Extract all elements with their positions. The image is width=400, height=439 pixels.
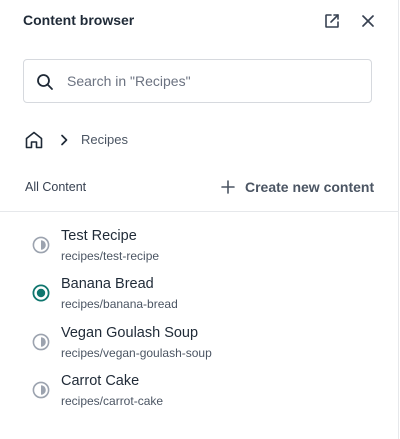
in-progress-status-icon: [32, 333, 50, 351]
create-new-content-button[interactable]: Create new content: [220, 176, 374, 198]
search-input[interactable]: [67, 60, 357, 102]
item-title: Banana Bread: [61, 276, 154, 292]
chevron-right-icon: [61, 134, 68, 146]
selected-radio-icon: [32, 284, 50, 302]
all-content-label: All Content: [25, 180, 87, 194]
panel-header: Content browser: [0, 0, 398, 42]
panel-title: Content browser: [23, 12, 135, 28]
item-path: recipes/vegan-goulash-soup: [61, 346, 212, 360]
content-browser-panel: Content browser Recipes: [0, 0, 399, 439]
item-path: recipes/test-recipe: [61, 249, 160, 263]
item-title: Test Recipe: [61, 228, 137, 244]
create-new-content-label: Create new content: [245, 179, 375, 195]
search-box: [23, 59, 372, 103]
breadcrumb-current: Recipes: [81, 132, 128, 147]
close-button[interactable]: [357, 10, 379, 32]
search-icon: [37, 74, 53, 90]
close-icon: [362, 15, 374, 27]
item-path: recipes/carrot-cake: [61, 394, 164, 408]
in-progress-status-icon: [32, 381, 50, 399]
open-external-button[interactable]: [321, 10, 343, 32]
list-item[interactable]: Vegan Goulash Soup recipes/vegan-goulash…: [0, 319, 398, 363]
list-item[interactable]: Carrot Cake recipes/carrot-cake: [0, 367, 398, 411]
open-external-icon: [325, 14, 339, 28]
home-icon[interactable]: [24, 130, 44, 150]
plus-icon: [221, 180, 235, 194]
breadcrumb: Recipes: [24, 129, 324, 151]
list-item[interactable]: Test Recipe recipes/test-recipe: [0, 222, 398, 266]
item-title: Vegan Goulash Soup: [61, 325, 199, 341]
item-title: Carrot Cake: [61, 373, 140, 389]
list-toolbar: All Content Create new content: [0, 168, 398, 212]
in-progress-status-icon: [32, 236, 50, 254]
list-item[interactable]: Banana Bread recipes/banana-bread: [0, 270, 398, 314]
item-path: recipes/banana-bread: [61, 297, 178, 311]
